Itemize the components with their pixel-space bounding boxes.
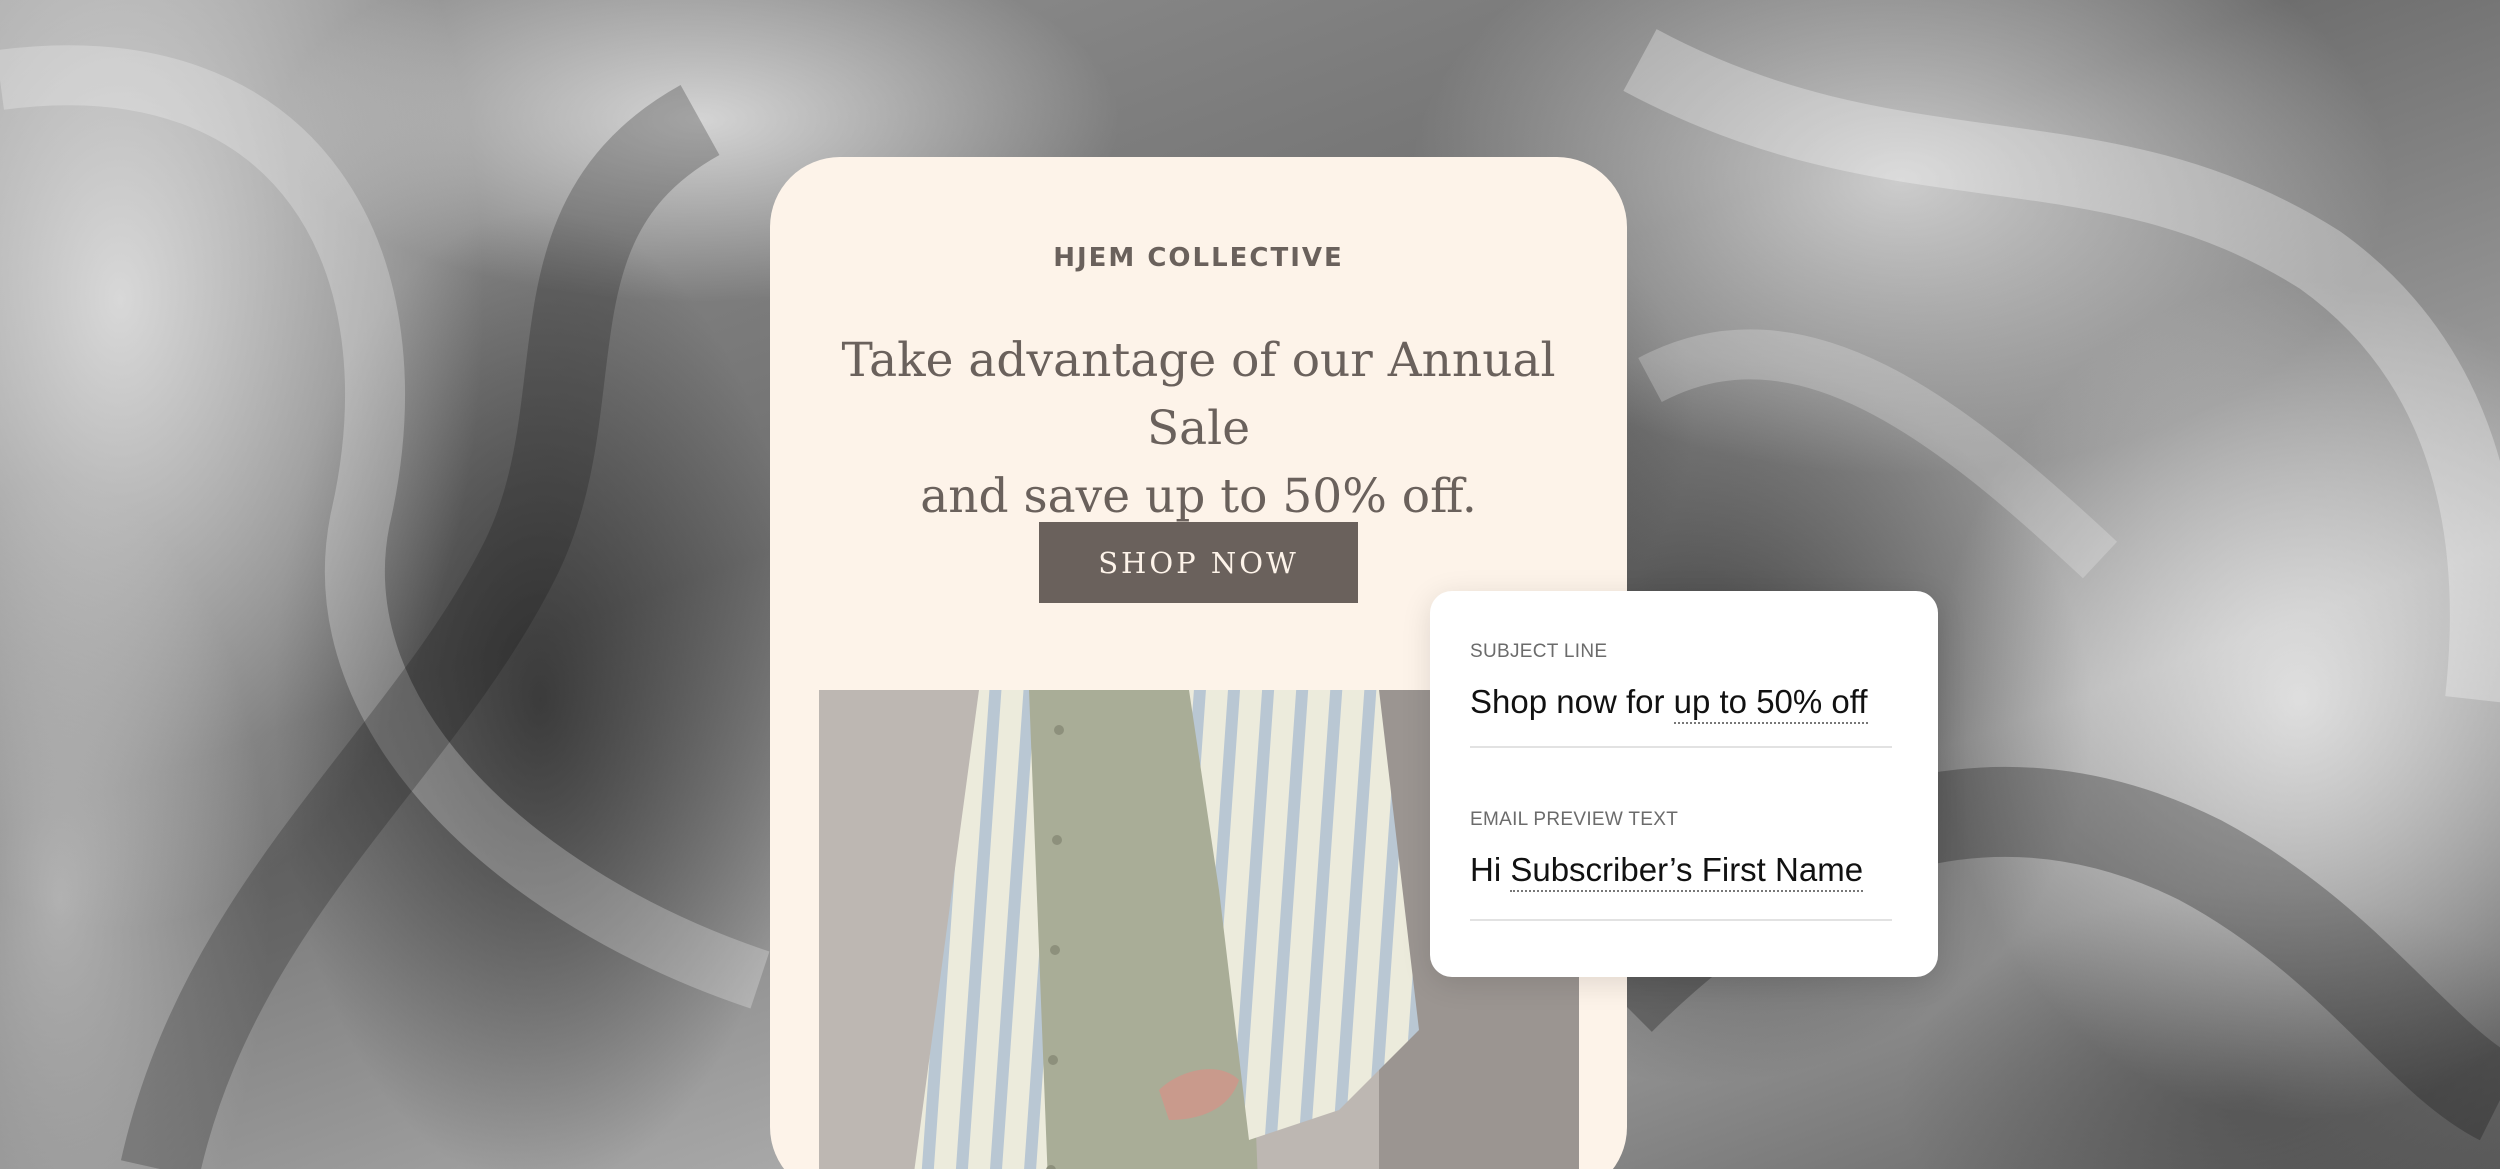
subject-line-prefix: Shop now for [1470, 683, 1665, 720]
preview-text-divider [1470, 919, 1892, 921]
headline-line-2: and save up to 50% off. [920, 469, 1477, 524]
shop-now-button[interactable]: SHOP NOW [1039, 522, 1358, 603]
email-headline: Take advantage of our Annual Sale and sa… [830, 327, 1567, 531]
subject-line-field[interactable]: Shop now for up to 50% off [1470, 683, 1868, 724]
subject-line-token[interactable]: up to 50% off [1673, 683, 1868, 724]
preview-text-token[interactable]: Subscriber’s First Name [1510, 851, 1864, 892]
brand-name: HJEM COLLECTIVE [1053, 243, 1344, 273]
email-settings-panel: SUBJECT LINE Shop now for up to 50% off … [1430, 591, 1938, 977]
preview-text-prefix: Hi [1470, 851, 1502, 888]
preview-text-field[interactable]: Hi Subscriber’s First Name [1470, 851, 1864, 892]
subject-line-divider [1470, 746, 1892, 748]
preview-text-label: EMAIL PREVIEW TEXT [1470, 809, 1679, 830]
subject-line-label: SUBJECT LINE [1470, 641, 1608, 662]
headline-line-1: Take advantage of our Annual Sale [841, 333, 1556, 456]
